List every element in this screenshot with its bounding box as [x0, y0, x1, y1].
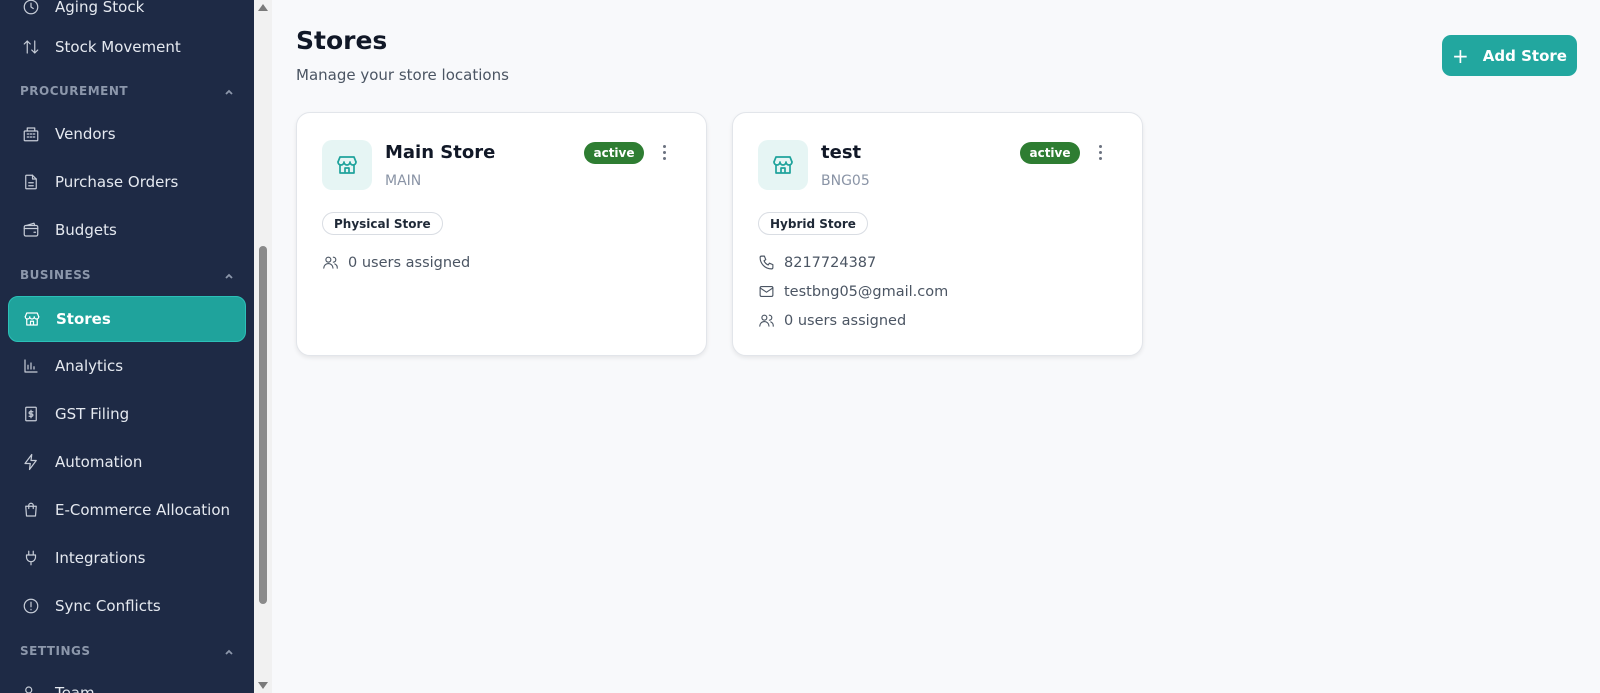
section-label: SETTINGS	[20, 644, 91, 658]
plug-icon	[22, 549, 40, 567]
nav-label: Budgets	[55, 221, 117, 239]
shopping-bag-icon	[22, 501, 40, 519]
store-icon	[23, 310, 41, 328]
nav-label: Analytics	[55, 357, 124, 375]
page-subtitle: Manage your store locations	[296, 66, 509, 84]
status-badge: active	[584, 142, 644, 164]
nav-ecommerce-allocation[interactable]: E-Commerce Allocation	[8, 487, 246, 533]
store-email: testbng05@gmail.com	[758, 283, 948, 300]
store-icon	[758, 140, 808, 190]
mail-icon	[758, 283, 775, 300]
users-icon	[22, 684, 40, 693]
more-options-icon[interactable]	[1093, 141, 1107, 163]
nav-sync-conflicts[interactable]: Sync Conflicts	[8, 583, 246, 629]
plus-icon: +	[1452, 43, 1469, 68]
scroll-down-arrow-icon[interactable]	[258, 682, 268, 689]
nav-stock-movement[interactable]: Stock Movement	[8, 24, 246, 70]
users-icon	[758, 312, 775, 329]
chevron-up-icon	[224, 86, 234, 96]
nav-budgets[interactable]: Budgets	[8, 207, 246, 253]
clock-icon	[22, 0, 40, 16]
nav-label: Stock Movement	[55, 38, 181, 56]
nav-label: Integrations	[55, 549, 146, 567]
nav-label: Team	[55, 684, 95, 693]
section-label: BUSINESS	[20, 268, 91, 282]
nav-label: Aging Stock	[55, 0, 145, 16]
store-type-tag: Physical Store	[322, 212, 443, 235]
users-text: 0 users assigned	[348, 254, 471, 271]
document-icon	[22, 173, 40, 191]
store-card[interactable]: test BNG05 active Hybrid Store 821772438…	[732, 112, 1143, 356]
section-settings[interactable]: SETTINGS	[20, 644, 234, 658]
store-name: test	[821, 142, 862, 163]
sidebar: Aging Stock Stock Movement PROCUREMENT V…	[0, 0, 254, 693]
nav-purchase-orders[interactable]: Purchase Orders	[8, 159, 246, 205]
alert-circle-icon	[22, 597, 40, 615]
bar-chart-icon	[22, 357, 40, 375]
section-label: PROCUREMENT	[20, 84, 129, 98]
more-options-icon[interactable]	[657, 141, 671, 163]
nav-label: Stores	[56, 310, 111, 328]
nav-integrations[interactable]: Integrations	[8, 535, 246, 581]
nav-label: Automation	[55, 453, 143, 471]
section-procurement[interactable]: PROCUREMENT	[20, 84, 234, 98]
users-assigned: 0 users assigned	[758, 312, 906, 329]
users-icon	[322, 254, 339, 271]
nav-gst-filing[interactable]: GST Filing	[8, 391, 246, 437]
page-title: Stores	[296, 26, 388, 55]
sidebar-scrollbar[interactable]	[254, 0, 272, 693]
users-text: 0 users assigned	[784, 312, 907, 329]
store-code: MAIN	[385, 173, 422, 189]
add-store-label: Add Store	[1482, 46, 1567, 65]
nav-label: E-Commerce Allocation	[55, 501, 231, 519]
chevron-up-icon	[224, 270, 234, 280]
email-text: testbng05@gmail.com	[784, 283, 949, 300]
nav-analytics[interactable]: Analytics	[8, 343, 246, 389]
store-card[interactable]: Main Store MAIN active Physical Store 0 …	[296, 112, 707, 356]
users-assigned: 0 users assigned	[322, 254, 470, 271]
nav-team[interactable]: Team	[8, 670, 246, 693]
store-type-tag: Hybrid Store	[758, 212, 868, 235]
store-name: Main Store	[385, 142, 496, 163]
chevron-up-icon	[224, 646, 234, 656]
nav-automation[interactable]: Automation	[8, 439, 246, 485]
phone-text: 8217724387	[784, 254, 877, 271]
nav-label: Purchase Orders	[55, 173, 179, 191]
nav-label: Sync Conflicts	[55, 597, 161, 615]
scroll-thumb[interactable]	[259, 246, 267, 604]
wallet-icon	[22, 221, 40, 239]
lightning-icon	[22, 453, 40, 471]
status-badge: active	[1020, 142, 1080, 164]
store-phone: 8217724387	[758, 254, 876, 271]
building-icon	[22, 125, 40, 143]
phone-icon	[758, 254, 775, 271]
add-store-button[interactable]: + Add Store	[1442, 35, 1577, 76]
section-business[interactable]: BUSINESS	[20, 268, 234, 282]
nav-label: Vendors	[55, 125, 116, 143]
store-code: BNG05	[821, 173, 870, 189]
nav-stores[interactable]: Stores	[8, 296, 246, 342]
store-icon	[322, 140, 372, 190]
scroll-up-arrow-icon[interactable]	[258, 4, 268, 11]
receipt-icon	[22, 405, 40, 423]
arrows-up-down-icon	[22, 38, 40, 56]
nav-label: GST Filing	[55, 405, 130, 423]
nav-vendors[interactable]: Vendors	[8, 111, 246, 157]
